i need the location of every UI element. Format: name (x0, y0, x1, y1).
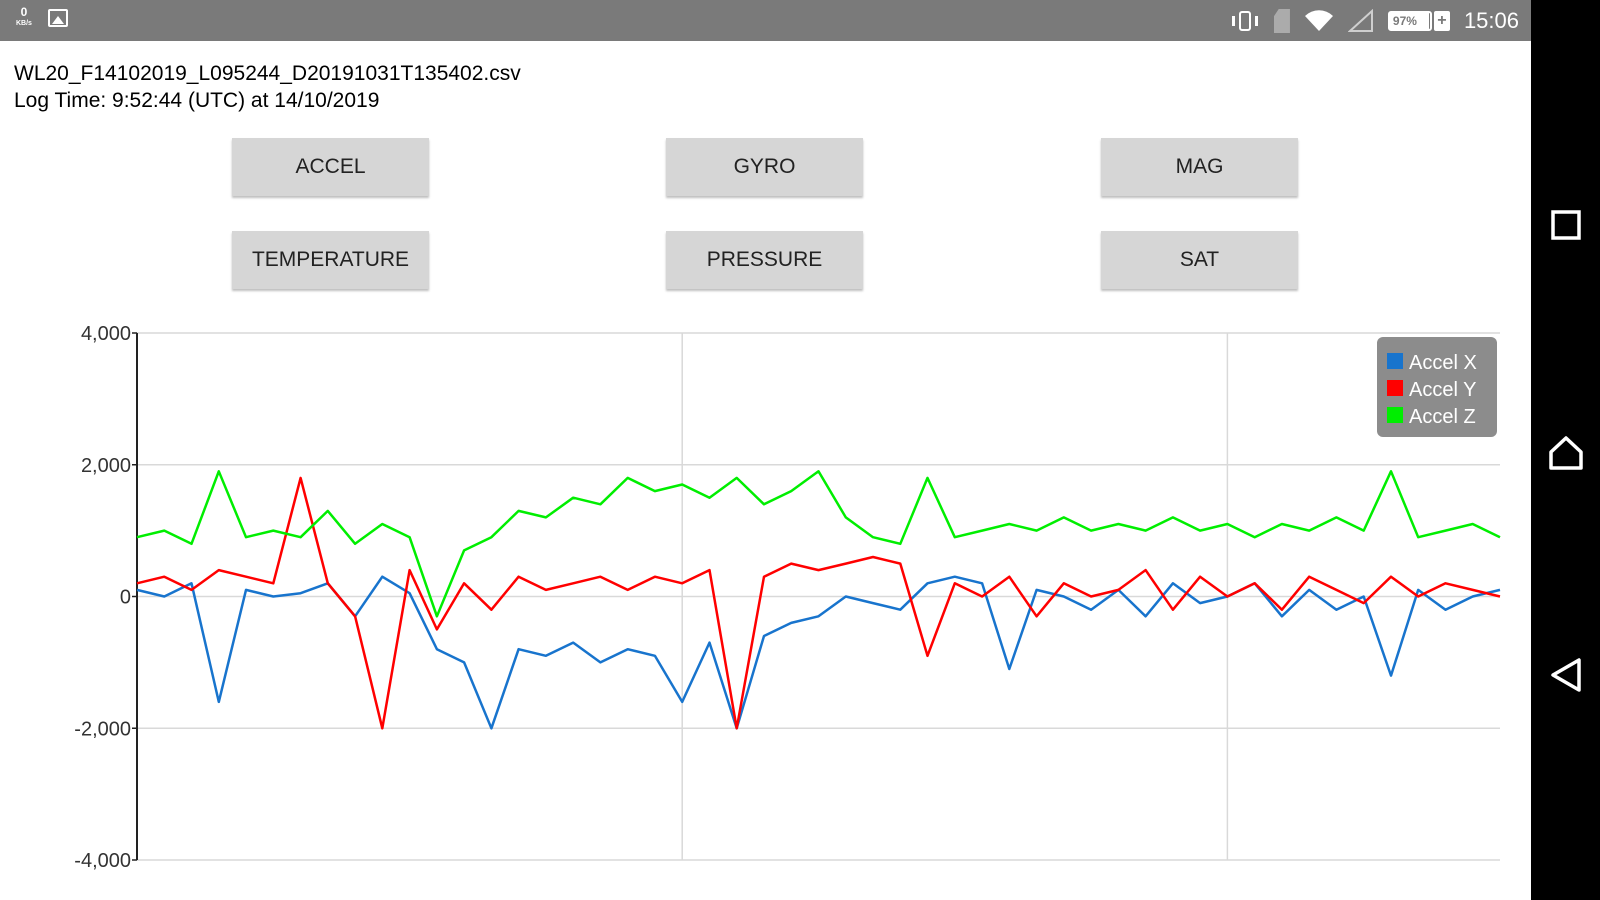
charging-icon: + (1433, 11, 1450, 31)
triangle-back-icon (1550, 658, 1581, 692)
square-icon (1550, 210, 1581, 240)
legend-swatch (1387, 407, 1403, 423)
accel-button[interactable]: ACCEL (232, 138, 429, 196)
sat-button[interactable]: SAT (1101, 231, 1298, 289)
temperature-button[interactable]: TEMPERATURE (232, 231, 429, 289)
gyro-button[interactable]: GYRO (666, 138, 863, 196)
navigation-bar (1531, 0, 1600, 900)
y-tick-label: -4,000 (74, 850, 131, 872)
network-speed-indicator: 0 KB/s (16, 6, 32, 30)
accel-chart-svg[interactable]: 4,000 2,000 0 -2,000 -4,000 Accel X Accel Y Acc… (0, 310, 1531, 900)
home-icon (1548, 436, 1583, 470)
wifi-icon (1304, 9, 1334, 33)
legend-label: Accel Z (1409, 406, 1476, 428)
file-name: WL20_F14102019_L095244_D20191031T135402.… (14, 62, 521, 85)
network-speed-value: 0 (20, 5, 28, 19)
status-bar-right: 97% + 15:06 (1230, 7, 1519, 35)
file-info: WL20_F14102019_L095244_D20191031T135402.… (14, 60, 521, 114)
recents-button[interactable] (1531, 180, 1600, 270)
legend-label: Accel Y (1409, 379, 1476, 401)
accel-chart[interactable]: 4,000 2,000 0 -2,000 -4,000 Accel X Accel Y Acc… (0, 310, 1531, 900)
network-speed-unit: KB/s (16, 20, 32, 27)
home-button[interactable] (1531, 408, 1600, 498)
battery-icon: 97% + (1387, 11, 1450, 31)
y-tick-label: 4,000 (81, 323, 131, 345)
mag-button[interactable]: MAG (1101, 138, 1298, 196)
battery-body: 97% (1387, 11, 1432, 31)
status-clock: 15:06 (1463, 8, 1519, 33)
battery-percent: 97% (1392, 14, 1417, 28)
vibrate-icon (1230, 10, 1260, 32)
legend-swatch (1387, 353, 1403, 369)
pressure-button[interactable]: PRESSURE (666, 231, 863, 289)
y-tick-label: 0 (120, 587, 131, 609)
log-time: Log Time: 9:52:44 (UTC) at 14/10/2019 (14, 89, 380, 112)
cell-signal-icon (1347, 9, 1374, 33)
y-tick-label: 2,000 (81, 455, 131, 477)
back-button[interactable] (1531, 630, 1600, 720)
legend-label: Accel X (1409, 352, 1477, 374)
status-bar-left: 0 KB/s (16, 6, 68, 30)
gallery-notification-icon (47, 9, 68, 27)
y-tick-label: -2,000 (74, 718, 131, 740)
legend-swatch (1387, 380, 1403, 396)
status-bar: 0 KB/s 97% + 15:06 (0, 0, 1531, 41)
sim-card-icon (1273, 9, 1290, 33)
